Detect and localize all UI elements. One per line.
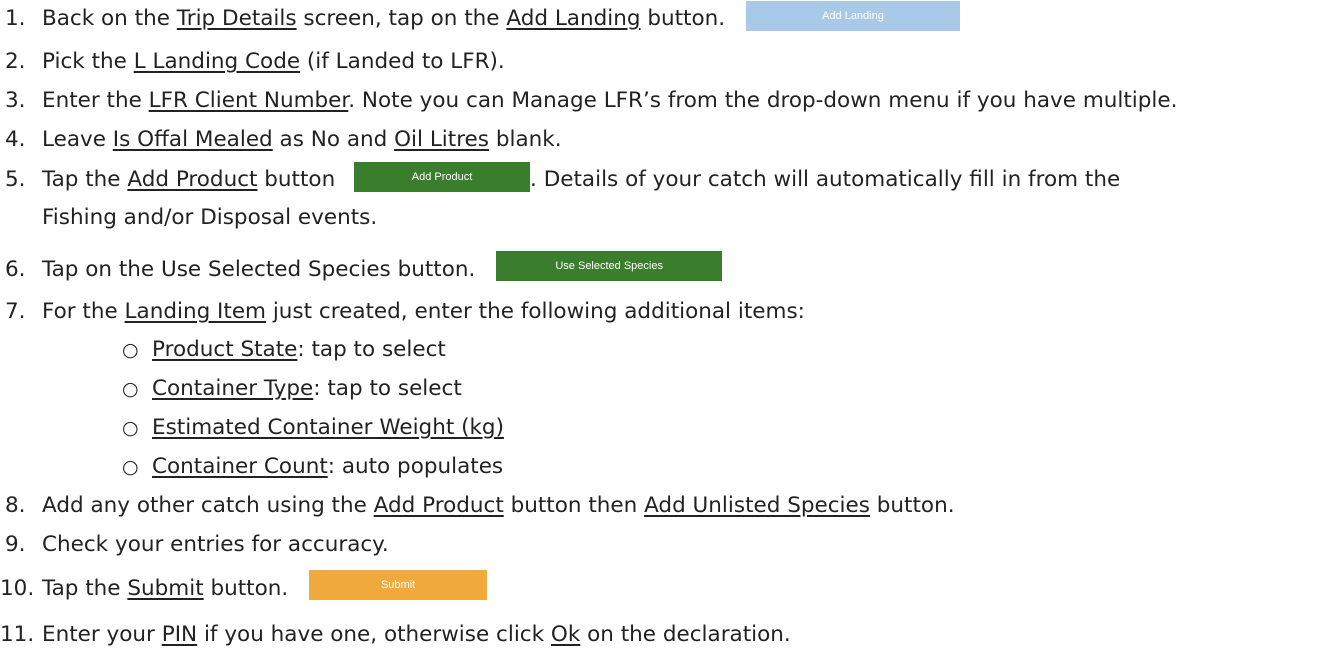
product-state-link[interactable]: Product State bbox=[152, 337, 297, 362]
step-number: 4. bbox=[5, 127, 26, 152]
step-number: 11. bbox=[0, 622, 35, 647]
is-offal-mealed-link[interactable]: Is Offal Mealed bbox=[113, 127, 273, 152]
add-landing-button[interactable]: Add Landing bbox=[745, 1, 960, 31]
add-landing-link[interactable]: Add Landing bbox=[506, 6, 640, 31]
ok-link[interactable]: Ok bbox=[551, 622, 580, 647]
container-count-link[interactable]: Container Count bbox=[152, 454, 328, 479]
estimated-container-weight-link[interactable]: Estimated Container Weight (kg) bbox=[152, 415, 504, 440]
add-product-button[interactable]: Add Product bbox=[354, 162, 531, 192]
pin-link[interactable]: PIN bbox=[162, 622, 197, 647]
step-number: 5. bbox=[5, 167, 26, 192]
container-type-link[interactable]: Container Type bbox=[152, 376, 313, 401]
landing-item-link[interactable]: Landing Item bbox=[125, 299, 266, 324]
submit-link[interactable]: Submit bbox=[127, 576, 203, 601]
step-number: 2. bbox=[5, 49, 26, 74]
trip-details-link[interactable]: Trip Details bbox=[177, 6, 297, 31]
bullet-icon: ○ bbox=[122, 417, 139, 439]
step-number: 1. bbox=[5, 6, 26, 31]
step-number: 6. bbox=[5, 257, 26, 282]
bullet-icon: ○ bbox=[122, 378, 139, 400]
oil-litres-link[interactable]: Oil Litres bbox=[394, 127, 489, 152]
l-landing-code-link[interactable]: L Landing Code bbox=[134, 49, 300, 74]
add-product-link[interactable]: Add Product bbox=[127, 167, 257, 192]
lfr-client-number-link[interactable]: LFR Client Number bbox=[149, 88, 349, 113]
step-number: 8. bbox=[5, 493, 26, 518]
add-product-link[interactable]: Add Product bbox=[374, 493, 504, 518]
step-number: 3. bbox=[5, 88, 26, 113]
bullet-icon: ○ bbox=[122, 456, 139, 478]
step-number: 9. bbox=[5, 532, 26, 557]
use-selected-species-button[interactable]: Use Selected Species bbox=[496, 251, 723, 281]
step-number: 10. bbox=[0, 576, 35, 601]
submit-button[interactable]: Submit bbox=[309, 570, 488, 600]
step-number: 7. bbox=[5, 299, 26, 324]
add-unlisted-species-link[interactable]: Add Unlisted Species bbox=[644, 493, 870, 518]
bullet-icon: ○ bbox=[122, 339, 139, 361]
